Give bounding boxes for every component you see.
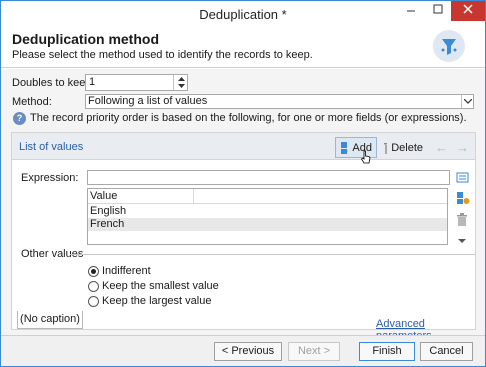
page-subtitle: Please select the method used to identif… (12, 49, 313, 61)
info-text: The record priority order is based on th… (30, 112, 467, 124)
finish-button[interactable]: Finish (359, 342, 415, 361)
info-icon: ? (13, 112, 26, 125)
radio-label: Keep the smallest value (102, 280, 219, 292)
chevron-down-icon[interactable] (461, 95, 473, 108)
delete-label: Delete (391, 141, 423, 154)
expression-editor-icon[interactable] (456, 171, 470, 185)
method-label: Method: (12, 96, 52, 108)
delete-button[interactable]: Delete (379, 137, 427, 158)
close-icon (463, 4, 473, 14)
radio-keep-largest[interactable]: Keep the largest value (88, 295, 211, 307)
panel-title: List of values (19, 141, 84, 153)
caret-down-icon[interactable] (458, 235, 472, 249)
close-button[interactable] (451, 1, 485, 21)
method-select[interactable]: Following a list of values (85, 94, 474, 109)
grid-column-header[interactable]: Value (88, 189, 447, 204)
radio-indifferent[interactable]: Indifferent (88, 265, 151, 277)
page-title: Deduplication method (12, 31, 159, 47)
add-value-icon[interactable] (456, 191, 470, 205)
radio-label: Keep the largest value (102, 295, 212, 307)
caption-tab[interactable]: (No caption) (17, 311, 83, 329)
stepper-buttons (173, 75, 187, 90)
dialog-header: Deduplication method Please select the m… (1, 29, 485, 69)
trash-icon (384, 141, 388, 154)
triangle-up-icon (177, 76, 185, 81)
maximize-icon (433, 4, 443, 14)
column-divider (193, 189, 194, 204)
group-divider (70, 254, 475, 255)
table-row[interactable]: English (88, 205, 447, 218)
radio-keep-smallest[interactable]: Keep the smallest value (88, 280, 219, 292)
header-divider (1, 67, 485, 68)
table-row[interactable]: French (88, 218, 447, 231)
maximize-button[interactable] (425, 1, 451, 21)
arrow-left-icon[interactable]: ← (435, 140, 448, 155)
method-value: Following a list of values (88, 95, 208, 107)
stepper-up-button[interactable] (174, 75, 188, 82)
radio-label: Indifferent (102, 265, 151, 277)
previous-button[interactable]: < Previous (214, 342, 282, 361)
funnel-icon (433, 30, 465, 62)
radio-button[interactable] (88, 295, 99, 307)
trash-icon[interactable] (456, 213, 470, 227)
expression-field[interactable] (87, 170, 450, 185)
stepper-down-button[interactable] (174, 82, 188, 89)
minimize-icon (407, 10, 415, 12)
doubles-label: Doubles to keep: (12, 77, 95, 89)
radio-button[interactable] (88, 265, 99, 277)
list-of-values-panel: List of values Add Delete ← → Expression… (11, 132, 476, 330)
arrow-right-icon[interactable]: → (456, 140, 469, 155)
add-value-icon (341, 141, 349, 154)
expression-label: Expression: (21, 172, 79, 184)
radio-button[interactable] (88, 280, 99, 292)
title-bar: Deduplication * (1, 1, 485, 29)
values-grid: Value English French (87, 188, 448, 245)
dialog-window: Deduplication * Deduplication method Ple… (0, 0, 486, 367)
next-button[interactable]: Next > (288, 342, 340, 361)
triangle-down-icon (177, 83, 185, 88)
panel-toolbar: List of values Add Delete ← → (12, 133, 475, 160)
cancel-button[interactable]: Cancel (420, 342, 473, 361)
minimize-button[interactable] (397, 1, 425, 21)
hand-cursor-icon (360, 150, 372, 167)
dialog-footer: < Previous Next > Finish Cancel (1, 335, 485, 366)
